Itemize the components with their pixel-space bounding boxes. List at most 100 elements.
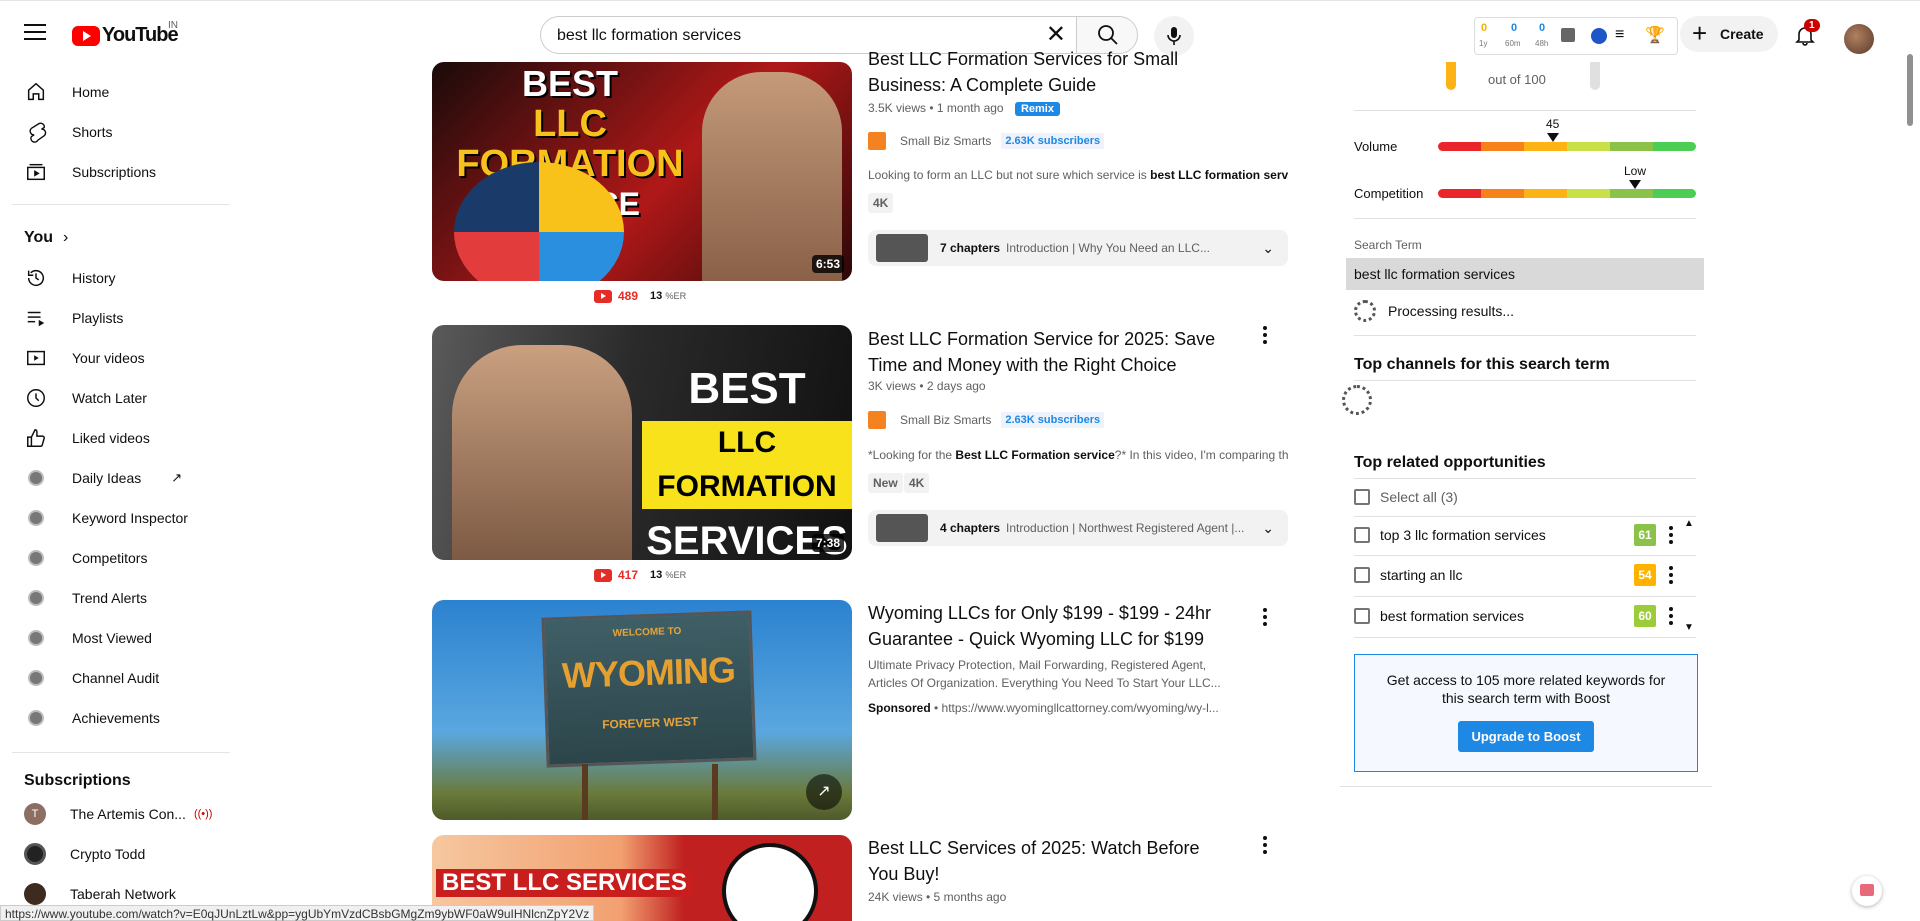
bar-segment	[1653, 189, 1696, 198]
chapters-bar[interactable]: 7 chapters Introduction | Why You Need a…	[868, 230, 1288, 266]
sidebar-item-label: Liked videos	[72, 430, 150, 446]
subscription-name: Crypto Todd	[70, 846, 146, 862]
sidebar-item-trend-alerts[interactable]: Trend Alerts	[12, 578, 230, 618]
sidebar-item-watch-later[interactable]: Watch Later	[12, 378, 230, 418]
video-thumbnail[interactable]: BEST LLC FORMATION SERVICE 6:53	[432, 62, 852, 281]
sidebar-item-achievements[interactable]: Achievements	[12, 698, 230, 738]
top-channels-heading: Top channels for this search term	[1354, 356, 1610, 373]
bar-segment	[1438, 142, 1481, 151]
quality-badge: 4K	[904, 473, 930, 493]
remix-badge[interactable]: Remix	[1014, 102, 1060, 116]
sidebar-item-most-viewed[interactable]: Most Viewed	[12, 618, 230, 658]
select-all-row[interactable]: Select all (3)	[1354, 478, 1696, 516]
sidebar-item-daily-ideas[interactable]: Daily Ideas ↗	[12, 458, 230, 498]
chevron-down-icon[interactable]: ⌄	[1262, 520, 1274, 537]
vidiq-tool-icon	[28, 630, 44, 646]
account-avatar[interactable]	[1844, 24, 1874, 54]
ad-thumbnail[interactable]: WELCOME TO WYOMING FOREVER WEST ↗	[432, 600, 852, 820]
keyword-checkbox[interactable]	[1354, 567, 1370, 583]
keyword-score: 60	[1634, 605, 1656, 627]
sidebar-item-label: Watch Later	[72, 390, 147, 406]
sidebar-item-label: Most Viewed	[72, 630, 152, 646]
divider	[1354, 335, 1696, 336]
subscription-item[interactable]: T The Artemis Con... ((•))	[12, 794, 230, 834]
views-per-hour: 489	[618, 289, 639, 303]
subscription-item[interactable]: Crypto Todd	[12, 834, 230, 874]
video-title[interactable]: Best LLC Formation Services for Small Bu…	[868, 46, 1228, 98]
sidebar-item-channel-audit[interactable]: Channel Audit	[12, 658, 230, 698]
er-value: 13	[650, 569, 663, 581]
scroll-down-icon[interactable]: ▼	[1684, 622, 1694, 633]
keyword-score: 61	[1634, 524, 1656, 546]
bar-segment	[1524, 189, 1567, 198]
home-icon	[24, 80, 48, 104]
more-options-icon[interactable]	[1262, 836, 1268, 856]
sidebar-item-playlists[interactable]: Playlists	[12, 298, 230, 338]
sidebar-item-subscriptions[interactable]: Subscriptions	[12, 152, 230, 192]
upgrade-to-boost-button[interactable]: Upgrade to Boost	[1458, 721, 1594, 752]
keyword-checkbox[interactable]	[1354, 527, 1370, 543]
more-options-icon[interactable]	[1262, 608, 1268, 628]
sidebar-item-label: Subscriptions	[72, 164, 157, 180]
chapters-count: 4 chapters	[940, 521, 1001, 535]
subscription-name: Taberah Network	[70, 886, 176, 902]
sidebar-item-your-videos[interactable]: Your videos	[12, 338, 230, 378]
new-badge: New	[868, 473, 903, 493]
extension-logo-icon[interactable]	[1591, 28, 1607, 44]
extension-menu-icon[interactable]: ≡	[1615, 26, 1624, 44]
sidebar-item-keyword-inspector[interactable]: Keyword Inspector	[12, 498, 230, 538]
search-term-label: Search Term	[1354, 238, 1422, 252]
ext-stat-1y-label: 1y	[1479, 39, 1488, 48]
ad-title[interactable]: Wyoming LLCs for Only $199 - $199 - 24hr…	[868, 600, 1228, 652]
ad-url[interactable]: https://www.wyomingllcattorney.com/wyomi…	[942, 701, 1219, 715]
vidiq-tool-icon	[28, 670, 44, 686]
video-title[interactable]: Best LLC Formation Service for 2025: Sav…	[868, 326, 1228, 378]
scroll-up-icon[interactable]: ▲	[1684, 518, 1694, 529]
channel-info[interactable]: Small Biz Smarts 2.63K subscribers	[868, 132, 1105, 150]
bar-segment	[1610, 189, 1653, 198]
menu-icon[interactable]	[24, 24, 46, 42]
chapters-bar[interactable]: 4 chapters Introduction | Northwest Regi…	[868, 510, 1288, 546]
youtube-icon	[594, 568, 612, 582]
trophy-icon[interactable]: 🏆	[1645, 25, 1665, 45]
sidebar-you-header[interactable]: You ›	[12, 218, 230, 258]
keyword-text: best formation services	[1380, 608, 1524, 624]
divider	[1354, 380, 1696, 381]
thumbnail-text: BEST LLC SERVICES	[436, 869, 693, 897]
chevron-right-icon: ›	[63, 229, 69, 246]
playlists-icon	[24, 306, 48, 330]
page-scrollbar[interactable]	[1907, 54, 1913, 126]
live-icon: ((•))	[193, 808, 213, 820]
link-status-bar: https://www.youtube.com/watch?v=E0qJUnLz…	[0, 905, 595, 921]
bar-segment	[1438, 189, 1481, 198]
select-all-checkbox[interactable]	[1354, 489, 1370, 505]
bar-chart-icon[interactable]	[1561, 28, 1575, 42]
volume-bar	[1438, 142, 1696, 151]
chevron-down-icon[interactable]: ⌄	[1262, 240, 1274, 257]
subscription-name: The Artemis Con...	[70, 806, 186, 822]
video-title[interactable]: Best LLC Services of 2025: Watch Before …	[868, 835, 1228, 887]
clear-search-icon[interactable]: ✕	[1046, 23, 1066, 47]
channel-info[interactable]: Small Biz Smarts 2.63K subscribers	[868, 411, 1105, 429]
more-options-icon[interactable]	[1668, 526, 1674, 546]
keyword-checkbox[interactable]	[1354, 608, 1370, 624]
sidebar-item-liked-videos[interactable]: Liked videos	[12, 418, 230, 458]
billboard-text: FOREVER WEST	[601, 714, 699, 732]
video-thumbnail[interactable]: BEST LLC FORMATION SERVICES 7:38	[432, 325, 852, 560]
sidebar-item-home[interactable]: Home	[12, 72, 230, 112]
create-button[interactable]: Create	[1680, 15, 1778, 52]
extension-toolbar[interactable]: 0 1y 0 60m 0 48h ≡ 🏆	[1474, 17, 1678, 55]
video-stats: 417 13 %ER	[594, 568, 686, 582]
open-external-icon[interactable]: ↗	[806, 774, 842, 810]
floating-widget-button[interactable]	[1852, 876, 1882, 906]
score-label: out of 100	[1488, 72, 1546, 87]
more-options-icon[interactable]	[1668, 607, 1674, 627]
sidebar-item-shorts[interactable]: Shorts	[12, 112, 230, 152]
loading-spinner-icon	[1354, 300, 1376, 322]
more-options-icon[interactable]	[1668, 566, 1674, 586]
youtube-logo[interactable]: YouTube IN	[72, 20, 179, 47]
sidebar-item-competitors[interactable]: Competitors	[12, 538, 230, 578]
subscriptions-heading: Subscriptions	[24, 772, 131, 789]
sidebar-item-history[interactable]: History	[12, 258, 230, 298]
more-options-icon[interactable]	[1262, 326, 1268, 346]
